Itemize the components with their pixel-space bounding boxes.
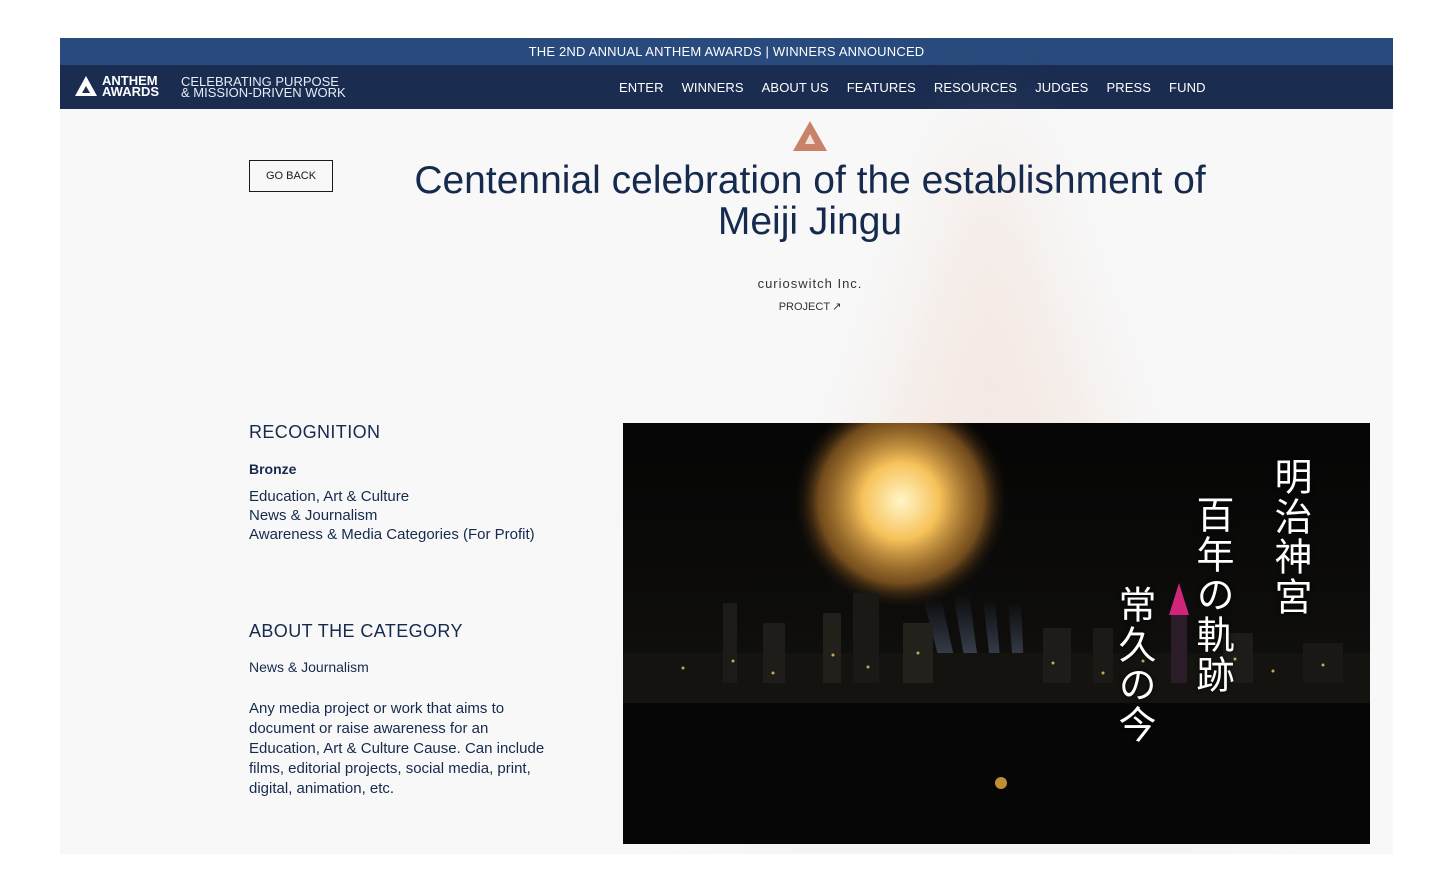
tagline-line-2: & MISSION-DRIVEN WORK (181, 85, 346, 100)
fireworks-skyline-image (623, 423, 1370, 844)
bronze-award-icon (793, 121, 827, 151)
overlay-text-col2: 百年の軌跡 (1190, 495, 1234, 695)
nav-winners[interactable]: WINNERS (682, 80, 744, 95)
nav-features[interactable]: FEATURES (847, 80, 916, 95)
award-level: Bronze (249, 461, 297, 477)
project-link[interactable]: PROJECT ↗ (760, 300, 860, 313)
logo-wordmark: ANTHEM AWARDS (102, 74, 160, 99)
nav-fund[interactable]: FUND (1169, 80, 1206, 95)
category-item: Awareness & Media Categories (For Profit… (249, 526, 535, 543)
nav-resources[interactable]: RESOURCES (934, 80, 1017, 95)
top-nav: ANTHEM AWARDS CELEBRATING PURPOSE & MISS… (60, 65, 1393, 109)
brand-tagline: CELEBRATING PURPOSE & MISSION-DRIVEN WOR… (181, 75, 346, 100)
nav-judges[interactable]: JUDGES (1035, 80, 1088, 95)
announcement-bar[interactable]: THE 2ND ANNUAL ANTHEM AWARDS | WINNERS A… (60, 38, 1393, 65)
nav-enter[interactable]: ENTER (619, 80, 664, 95)
logo-line-2: AWARDS (102, 84, 160, 99)
page-title: Centennial celebration of the establishm… (414, 159, 1206, 243)
about-category-heading: ABOUT THE CATEGORY (249, 621, 463, 641)
go-back-button[interactable]: GO BACK (249, 160, 333, 192)
overlay-text-col3: 常久の今 (1112, 585, 1156, 745)
nav-about-us[interactable]: ABOUT US (762, 80, 829, 95)
category-item: News & Journalism (249, 507, 378, 524)
anthem-awards-logo[interactable]: ANTHEM AWARDS (74, 74, 160, 99)
external-link-icon[interactable]: ↗ (832, 301, 841, 313)
category-item: Education, Art & Culture (249, 488, 410, 505)
project-media-image[interactable]: 明治神宮 百年の軌跡 常久の今 (623, 423, 1370, 844)
recognition-heading: RECOGNITION (249, 422, 381, 442)
nav-press[interactable]: PRESS (1106, 80, 1151, 95)
announcement-text[interactable]: THE 2ND ANNUAL ANTHEM AWARDS | WINNERS A… (529, 44, 925, 59)
overlay-text-col1: 明治神宮 (1268, 457, 1312, 617)
recognition-categories: Education, Art & Culture News & Journali… (249, 487, 549, 544)
category-name: News & Journalism (249, 659, 369, 675)
project-link-label[interactable]: PROJECT (779, 301, 830, 313)
page-frame: THE 2ND ANNUAL ANTHEM AWARDS | WINNERS A… (60, 38, 1393, 854)
category-description: Any media project or work that aims to d… (249, 700, 545, 797)
anthem-triangle-icon (75, 76, 97, 96)
main-menu: ENTER WINNERS ABOUT US FEATURES RESOURCE… (619, 65, 1206, 109)
company-name: curioswitch Inc. (757, 276, 863, 291)
